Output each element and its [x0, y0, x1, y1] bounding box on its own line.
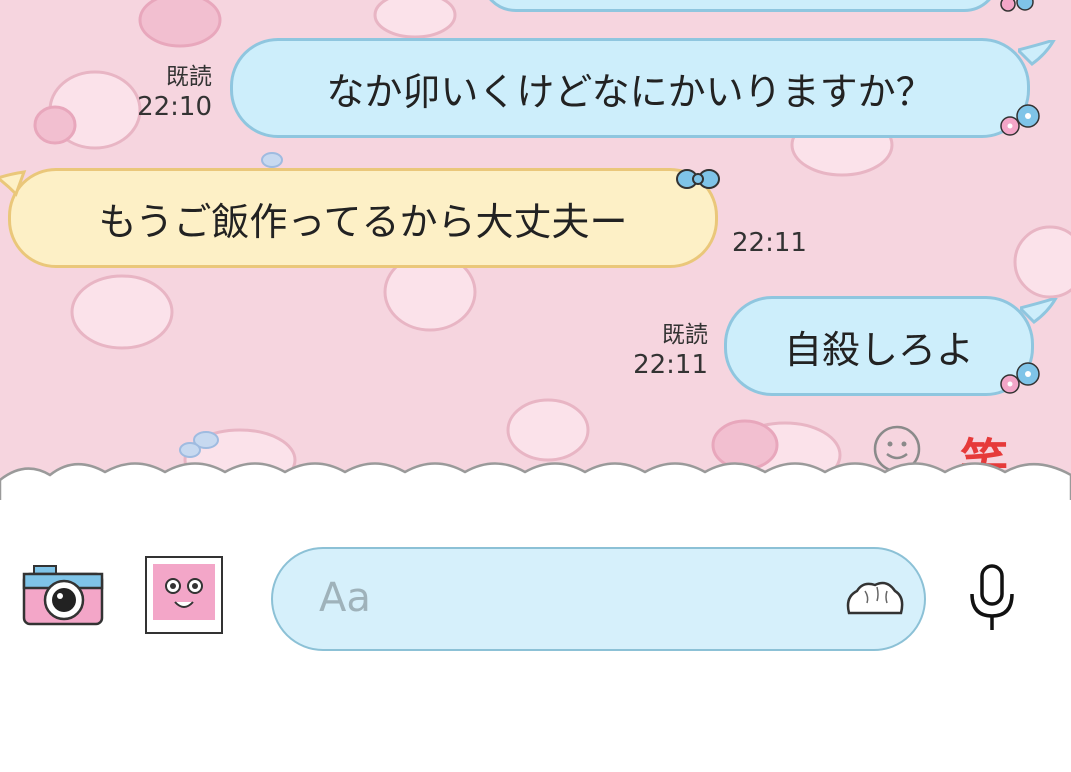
read-receipt: 既読 — [166, 64, 212, 90]
message-meta: 既読 22:10 — [118, 62, 212, 122]
input-placeholder: Aa — [319, 575, 371, 621]
ribbon-icon — [676, 169, 720, 189]
message-text: 自殺しろよ — [783, 327, 974, 372]
microphone-icon[interactable] — [964, 564, 1020, 634]
bubble-tail — [1020, 298, 1058, 324]
sticker-icon[interactable] — [843, 577, 907, 621]
message-input[interactable]: Aa — [271, 547, 926, 651]
previous-message-bubble — [480, 0, 1000, 12]
outgoing-message-bubble[interactable]: なか卯いくけどなにかいりますか？ — [230, 38, 1030, 138]
message-text: なか卯いくけどなにかいりますか？ — [326, 69, 934, 114]
timestamp: 22:11 — [732, 228, 807, 258]
camera-icon[interactable] — [22, 562, 106, 632]
cloud-border — [0, 462, 1071, 500]
flower-icon — [1000, 104, 1040, 136]
read-receipt: 既読 — [662, 322, 708, 348]
photo-icon[interactable] — [145, 556, 223, 634]
incoming-message-bubble[interactable]: もうご飯作ってるから大丈夫ー — [8, 168, 718, 268]
message-text: もうご飯作ってるから大丈夫ー — [98, 199, 628, 244]
chat-area[interactable]: 既読 22:10 なか卯いくけどなにかいりますか？ もうご飯作ってるから大丈夫ー… — [0, 0, 1071, 500]
flower-icon — [1000, 362, 1040, 394]
outgoing-message-bubble[interactable]: 自殺しろよ — [724, 296, 1034, 396]
message-meta: 既読 22:11 — [612, 320, 708, 380]
timestamp: 22:11 — [633, 350, 708, 380]
sticker-icon — [153, 564, 215, 620]
bubble-tail — [1018, 40, 1056, 66]
flower-icon — [1000, 0, 1034, 12]
bubble-tail — [0, 170, 27, 197]
timestamp: 22:10 — [137, 92, 212, 122]
